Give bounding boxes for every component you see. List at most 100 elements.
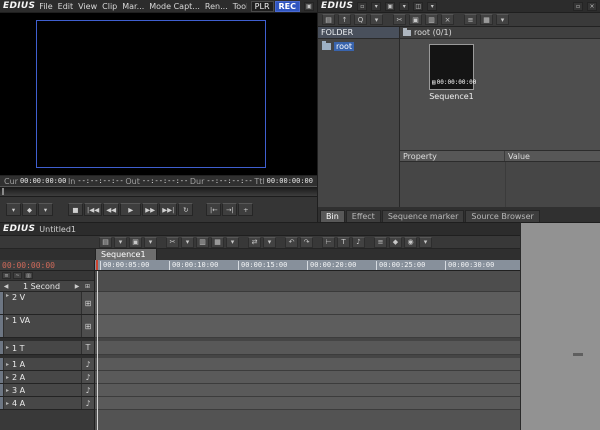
save-dropdown-icon[interactable]: ▾ [144, 237, 157, 248]
cut-icon[interactable]: ✂ [393, 14, 406, 25]
save-icon[interactable]: ▣ [129, 237, 142, 248]
speaker-icon[interactable]: ♪ [81, 358, 94, 370]
menu-view[interactable]: View [78, 2, 97, 11]
track-lane-2a[interactable] [95, 371, 520, 384]
rec-mode-button[interactable]: REC [275, 1, 301, 12]
tab-sequence-marker[interactable]: Sequence marker [382, 210, 465, 222]
menu-dropdown-icon[interactable]: ▾ [496, 14, 509, 25]
dock-resize-handle[interactable] [573, 353, 583, 356]
track-header-4a[interactable]: ▸ 4 A ♪ [0, 397, 94, 410]
waveform-icon[interactable]: ~ [13, 272, 22, 279]
clip-card-sequence1[interactable]: ▤ 00:00:00:00 Sequence1 [428, 44, 475, 101]
plr-mode-button[interactable]: PLR [251, 1, 274, 12]
track-header-1a[interactable]: ▸ 1 A ♪ [0, 358, 94, 371]
monitor-dropdown-icon[interactable]: ▾ [427, 2, 437, 11]
menu-mode-capture[interactable]: Mode Capt... [149, 2, 200, 11]
track-lane-4a[interactable] [95, 397, 520, 410]
loop-button[interactable]: ↻ [178, 203, 193, 216]
new-clip-icon[interactable]: ▤ [322, 14, 335, 25]
track-expander-icon[interactable]: ▸ [4, 400, 11, 407]
cut-icon[interactable]: ✂ [166, 237, 179, 248]
playhead-line[interactable] [97, 271, 98, 430]
slider-thumb[interactable] [2, 188, 4, 195]
new-sequence-icon[interactable]: ▤ [99, 237, 112, 248]
video-mute-icon[interactable]: ⊞ [81, 292, 94, 314]
undo-icon[interactable]: ↶ [285, 237, 298, 248]
voiceover-icon[interactable]: ♪ [352, 237, 365, 248]
thumb-view-icon[interactable]: ▦ [480, 14, 493, 25]
menu-render[interactable]: Ren... [205, 2, 228, 11]
mixer-icon[interactable]: ≡ [374, 237, 387, 248]
tab-bin[interactable]: Bin [320, 210, 345, 222]
stop-button[interactable]: ■ [68, 203, 83, 216]
tab-sequence1[interactable]: Sequence1 [95, 248, 157, 260]
monitor-icon[interactable]: ◫ [413, 2, 423, 11]
value-column-header[interactable]: Value [505, 151, 600, 161]
goto-out-button[interactable]: →| [222, 203, 237, 216]
dock-dropdown-icon[interactable]: ▾ [371, 2, 381, 11]
track-header-2v[interactable]: ▸ 2 V ⊞ [0, 292, 94, 315]
clip-grid[interactable]: ▤ 00:00:00:00 Sequence1 [400, 39, 600, 150]
trim-icon[interactable]: ⊢ [322, 237, 335, 248]
sync-rec-icon[interactable]: ◉ [404, 237, 417, 248]
copy-icon[interactable]: ▥ [196, 237, 209, 248]
menu-edit[interactable]: Edit [58, 2, 74, 11]
delete-icon[interactable]: × [441, 14, 454, 25]
up-folder-icon[interactable]: ↑ [338, 14, 351, 25]
marker-button[interactable]: ◆ [22, 203, 37, 216]
search-icon[interactable]: Q [354, 14, 367, 25]
cut-dropdown-icon[interactable]: ▾ [181, 237, 194, 248]
height-icon[interactable]: ▥ [24, 272, 33, 279]
zoom-out-arrow-icon[interactable]: ◀ [2, 283, 10, 290]
paste-dropdown-icon[interactable]: ▾ [226, 237, 239, 248]
track-expander-icon[interactable]: ▸ [4, 387, 11, 394]
play-button[interactable]: ▶ [120, 203, 141, 216]
title-track-icon[interactable]: T [81, 341, 94, 354]
dock-icon[interactable]: ▫ [357, 2, 367, 11]
new-dropdown-icon[interactable]: ▾ [114, 237, 127, 248]
view-dropdown-icon[interactable]: ▾ [399, 2, 409, 11]
speaker-icon[interactable]: ♪ [81, 371, 94, 383]
track-lane-3a[interactable] [95, 384, 520, 397]
clip-thumbnail[interactable]: ▤ 00:00:00:00 [429, 44, 474, 90]
timescale-value[interactable]: 1 Second [12, 282, 71, 291]
track-expander-icon[interactable]: ▸ [4, 315, 11, 322]
add-edit-button[interactable]: + [238, 203, 253, 216]
video-mute-icon[interactable]: ⊞ [81, 315, 94, 337]
panel-toggle-icon[interactable]: ▣ [304, 2, 314, 11]
output-dropdown[interactable]: ▾ [6, 203, 21, 216]
zoom-in-arrow-icon[interactable]: ▶ [73, 283, 81, 290]
rewind-button[interactable]: ◀◀ [103, 203, 119, 216]
list-view-icon[interactable]: ≡ [464, 14, 477, 25]
playhead-marker[interactable] [96, 260, 98, 270]
track-header-3a[interactable]: ▸ 3 A ♪ [0, 384, 94, 397]
track-lane-1a[interactable] [95, 358, 520, 371]
tab-source-browser[interactable]: Source Browser [465, 210, 539, 222]
track-lane-1t[interactable] [95, 341, 520, 355]
redo-icon[interactable]: ↷ [300, 237, 313, 248]
title-icon[interactable]: T [337, 237, 350, 248]
sync-lock-icon[interactable]: ≡ [2, 272, 11, 279]
menu-tools-settings[interactable]: Tools Setti... [233, 2, 247, 11]
minimize-icon[interactable]: ▫ [573, 2, 583, 11]
track-header-1t[interactable]: ▸ 1 T T [0, 341, 94, 355]
settings-dropdown-icon[interactable]: ▾ [419, 237, 432, 248]
track-header-1va[interactable]: ▸ 1 VA ⊞ [0, 315, 94, 338]
speaker-icon[interactable]: ♪ [81, 384, 94, 396]
marker-strip[interactable] [95, 271, 520, 292]
track-expander-icon[interactable]: ▸ [4, 361, 11, 368]
audio-dropdown[interactable]: ▾ [38, 203, 53, 216]
menu-marker[interactable]: Mar... [122, 2, 144, 11]
track-lane-2v[interactable] [95, 292, 520, 315]
folder-item-label[interactable]: root [334, 42, 354, 51]
fit-icon[interactable]: ⊞ [83, 283, 92, 290]
track-expander-icon[interactable]: ▸ [4, 344, 11, 351]
copy-icon[interactable]: ▣ [409, 14, 422, 25]
folder-tree-item-root[interactable]: root [318, 42, 399, 51]
track-lane-1va[interactable] [95, 315, 520, 338]
menu-clip[interactable]: Clip [102, 2, 117, 11]
marker-icon[interactable]: ◆ [389, 237, 402, 248]
goto-in-button[interactable]: |← [206, 203, 221, 216]
timeline-ruler[interactable]: 00:00:05:00 00:00:10:00 00:00:15:00 00:0… [95, 260, 520, 271]
paste-icon[interactable]: ▥ [425, 14, 438, 25]
